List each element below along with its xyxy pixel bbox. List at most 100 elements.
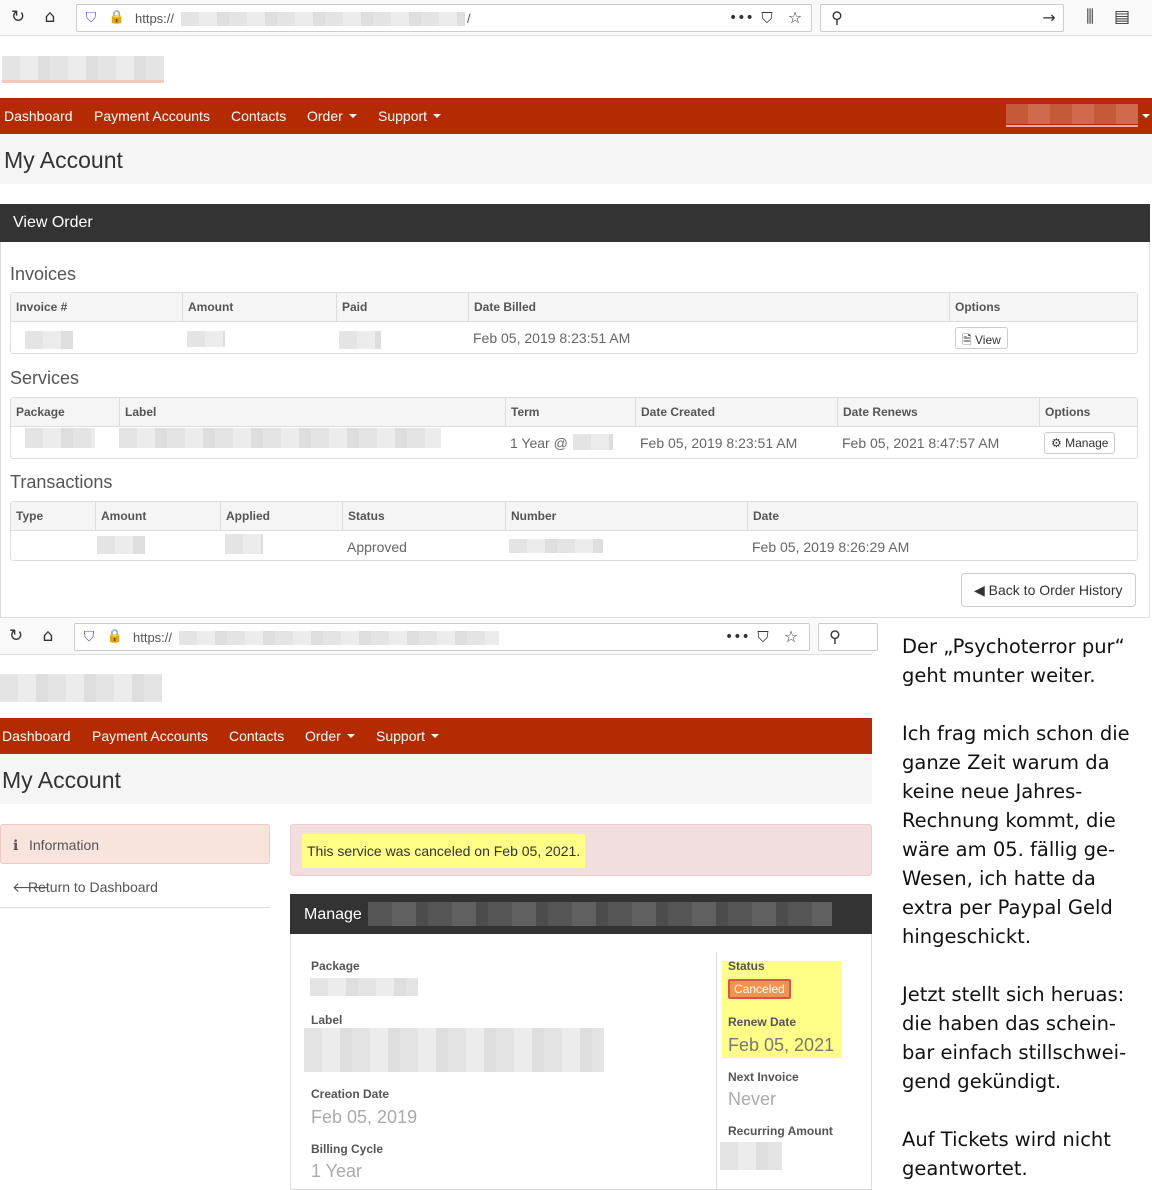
col-date-renews[interactable]: Date Renews: [837, 398, 1039, 427]
date-billed: Feb 05, 2019 8:23:51 AM: [473, 330, 631, 346]
billing-cycle-label: Billing Cycle: [311, 1142, 384, 1156]
nav-dashboard[interactable]: Dashboard: [4, 108, 73, 124]
pocket-icon[interactable]: ⛉: [753, 627, 773, 647]
sidebar-icon[interactable]: ▤: [1112, 7, 1132, 27]
cancel-alert-text: This service was canceled on Feb 05, 202…: [302, 834, 586, 868]
col-options: Options: [1039, 398, 1137, 427]
user-menu-redacted[interactable]: [1006, 104, 1138, 124]
amount-redacted: [97, 536, 145, 554]
user-menu-underline: [1006, 125, 1138, 127]
page-title: My Account: [4, 147, 123, 173]
star-icon[interactable]: ☆: [781, 627, 801, 647]
billing-cycle-value: 1 Year: [311, 1161, 363, 1181]
browser-toolbar-2: ↻ ⌂ ⛉ 🔒 https:// ••• ⛉ ☆ ⚲: [0, 619, 878, 655]
col-term[interactable]: Term: [505, 398, 635, 427]
transaction-number-redacted: [509, 539, 603, 553]
package-redacted: [25, 428, 95, 448]
recurring-amount-label: Recurring Amount: [728, 1124, 833, 1138]
col-date-created[interactable]: Date Created: [635, 398, 837, 427]
info-circle-icon: ℹ: [13, 837, 19, 853]
caret-down-icon: [431, 734, 440, 738]
logo-underline: [2, 80, 164, 83]
home-icon[interactable]: ⌂: [40, 7, 60, 27]
panel-header: View Order: [0, 204, 1150, 242]
sidebar-item-return-to-dashboard[interactable]: 🡐 Return to Dashboard: [0, 864, 270, 908]
note-paragraph: Der „Psychoterror pur“ geht munter weite…: [902, 635, 1125, 687]
renew-date-label: Renew Date: [728, 1015, 797, 1029]
invoices-table: Invoice # Amount Paid Date Billed Option…: [10, 292, 1138, 354]
page-title: My Account: [2, 767, 121, 793]
recurring-amount-redacted: [720, 1142, 782, 1170]
browser-toolbar: ↻ ⌂ ⛉ 🔒 https:// / ••• ⛉ ☆ ⚲ → ⫼ ▤: [0, 0, 1152, 36]
transactions-title: Transactions: [10, 472, 113, 492]
search-bar[interactable]: ⚲ →: [820, 4, 1064, 32]
nav-support[interactable]: Support: [378, 108, 442, 124]
star-icon[interactable]: ☆: [785, 8, 805, 28]
panel-title: View Order: [13, 214, 93, 231]
nav-contacts[interactable]: Contacts: [231, 108, 286, 124]
label-redacted: [304, 1028, 604, 1072]
nav-order[interactable]: Order: [307, 108, 357, 124]
manage-service-button[interactable]: ⚙ Manage: [1044, 432, 1116, 454]
arrow-right-icon[interactable]: →: [1039, 8, 1059, 28]
library-icon[interactable]: ⫼: [1080, 7, 1100, 27]
reload-icon[interactable]: ↻: [6, 626, 26, 646]
col-number[interactable]: Number: [505, 502, 747, 531]
caret-down-icon: [1142, 114, 1150, 118]
amount-redacted: [187, 331, 225, 347]
reload-icon[interactable]: ↻: [8, 7, 28, 27]
col-package[interactable]: Package: [11, 398, 119, 427]
col-paid[interactable]: Paid: [336, 293, 468, 322]
services-title: Services: [10, 368, 80, 388]
date-created: Feb 05, 2019 8:23:51 AM: [640, 435, 798, 451]
nav-order[interactable]: Order: [305, 728, 355, 744]
manage-panel-header: Manage: [290, 894, 872, 934]
transaction-status: Approved: [347, 539, 407, 555]
nav-contacts[interactable]: Contacts: [229, 728, 284, 744]
package-label: Package: [311, 959, 360, 973]
more-icon[interactable]: •••: [729, 8, 754, 28]
back-to-order-history-button[interactable]: ◀ Back to Order History: [961, 573, 1136, 607]
package-redacted: [310, 978, 418, 996]
term: 1 Year @: [510, 435, 568, 451]
url-suffix: /: [467, 11, 471, 26]
home-icon[interactable]: ⌂: [38, 626, 58, 646]
nav-support[interactable]: Support: [376, 728, 440, 744]
url-redacted: [179, 631, 499, 645]
more-icon[interactable]: •••: [725, 627, 750, 647]
manage-divider: [716, 952, 717, 1190]
paid-redacted: [339, 331, 381, 349]
nav-dashboard[interactable]: Dashboard: [2, 728, 71, 744]
col-invoice-number[interactable]: Invoice #: [11, 293, 182, 322]
page-header: My Account: [0, 134, 1152, 184]
view-invoice-button[interactable]: 🗎 View: [955, 327, 1008, 349]
col-applied[interactable]: Applied: [220, 502, 342, 531]
sidebar-item-label: Return to Dashboard: [28, 879, 158, 895]
site-logo: [2, 56, 164, 80]
nav-payment-accounts[interactable]: Payment Accounts: [92, 728, 208, 744]
view-label: View: [975, 333, 1001, 347]
nav-payment-accounts[interactable]: Payment Accounts: [94, 108, 210, 124]
url-bar[interactable]: ⛉ 🔒 https:// ••• ⛉ ☆: [74, 623, 810, 651]
pocket-icon[interactable]: ⛉: [757, 8, 777, 28]
term-price-redacted: [573, 434, 613, 450]
creation-date-label: Creation Date: [311, 1087, 390, 1101]
col-type[interactable]: Type: [11, 502, 95, 531]
url-redacted: [181, 12, 465, 26]
search-bar[interactable]: ⚲: [818, 623, 878, 651]
sidebar-item-information[interactable]: ℹ Information: [0, 824, 270, 864]
nav-support-label: Support: [376, 728, 426, 744]
lock-icon: 🔒: [106, 629, 124, 644]
col-amount[interactable]: Amount: [95, 502, 220, 531]
caret-down-icon: [346, 734, 355, 738]
col-date-billed[interactable]: Date Billed: [468, 293, 949, 322]
col-status[interactable]: Status: [342, 502, 505, 531]
transactions-table: Type Amount Applied Status Number Date A…: [10, 501, 1138, 561]
url-bar[interactable]: ⛉ 🔒 https:// / ••• ⛉ ☆: [76, 4, 812, 32]
search-icon: ⚲: [829, 627, 841, 646]
col-label[interactable]: Label: [119, 398, 505, 427]
nav-order-label: Order: [305, 728, 341, 744]
col-amount[interactable]: Amount: [182, 293, 336, 322]
nav-order-label: Order: [307, 108, 343, 124]
col-date[interactable]: Date: [747, 502, 1137, 531]
